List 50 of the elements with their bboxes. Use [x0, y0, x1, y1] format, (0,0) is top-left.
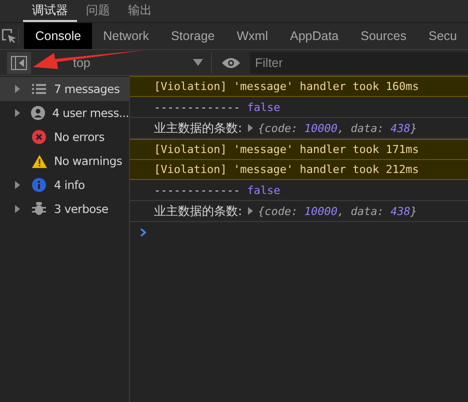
dropdown-caret-icon[interactable]	[193, 59, 203, 66]
info-icon	[32, 178, 46, 192]
error-icon	[32, 130, 46, 144]
violation-message: [Violation] 'message' handler took 171ms	[154, 143, 419, 156]
filter-field[interactable]: Filter	[250, 52, 468, 74]
expand-triangle-icon[interactable]	[14, 109, 21, 117]
violation-message: [Violation] 'message' handler took 160ms	[154, 80, 419, 93]
sidebar-label: 3 verbose	[54, 202, 108, 216]
sidebar-label: 4 user mess...	[52, 106, 129, 120]
devtools-tab[interactable]: Storage	[160, 23, 226, 49]
sidebar-item[interactable]: No errors	[0, 125, 129, 149]
boolean-value: false	[247, 184, 280, 196]
sidebar-label: No errors	[54, 130, 104, 144]
expand-triangle-icon[interactable]	[14, 205, 21, 213]
prompt-icon[interactable]	[140, 228, 147, 236]
eye-icon[interactable]	[222, 56, 240, 68]
expand-triangle-icon[interactable]	[247, 124, 254, 132]
object-preview[interactable]: {code: 10000, data: 438}	[258, 122, 418, 134]
log-message: 业主数据的条数:	[154, 202, 242, 220]
devtools-tab[interactable]: Secu	[418, 23, 468, 49]
warning-icon	[32, 154, 46, 168]
sidebar-label: 4 info	[54, 178, 85, 192]
sidebar-label: No warnings	[54, 154, 122, 168]
panel-tab[interactable]: 问题	[77, 0, 119, 22]
sidebar-item[interactable]: 7 messages	[0, 77, 129, 101]
violation-message: [Violation] 'message' handler took 212ms	[154, 163, 419, 176]
devtools-tab[interactable]: AppData	[278, 23, 350, 49]
sidebar-label: 7 messages	[54, 82, 120, 96]
bug-icon	[32, 202, 46, 216]
devtools-tab[interactable]: Sources	[350, 23, 418, 49]
devtools-tab[interactable]: Network	[92, 23, 160, 49]
sidebar-item[interactable]: 4 user mess...	[0, 101, 129, 125]
sidebar-item[interactable]: 4 info	[0, 173, 129, 197]
devtools-tab[interactable]: Console	[24, 23, 92, 49]
expand-triangle-icon[interactable]	[247, 207, 254, 215]
object-preview[interactable]: {code: 10000, data: 438}	[258, 204, 418, 218]
expand-triangle-icon[interactable]	[14, 85, 21, 93]
user-icon	[31, 106, 46, 120]
devtools-tab[interactable]: Wxml	[226, 23, 279, 49]
boolean-value: false	[247, 100, 280, 114]
sidebar-item[interactable]: 3 verbose	[0, 197, 129, 221]
log-message: -------------	[154, 100, 240, 114]
log-message: -------------	[154, 184, 240, 196]
list-icon	[32, 83, 46, 95]
log-message: 业主数据的条数:	[154, 120, 242, 136]
sidebar-toggle-button[interactable]	[7, 52, 31, 74]
expand-triangle-icon[interactable]	[14, 181, 21, 189]
sidebar-item[interactable]: No warnings	[0, 149, 129, 173]
panel-tab[interactable]: 输出	[119, 0, 161, 22]
inspect-icon[interactable]	[1, 28, 18, 44]
